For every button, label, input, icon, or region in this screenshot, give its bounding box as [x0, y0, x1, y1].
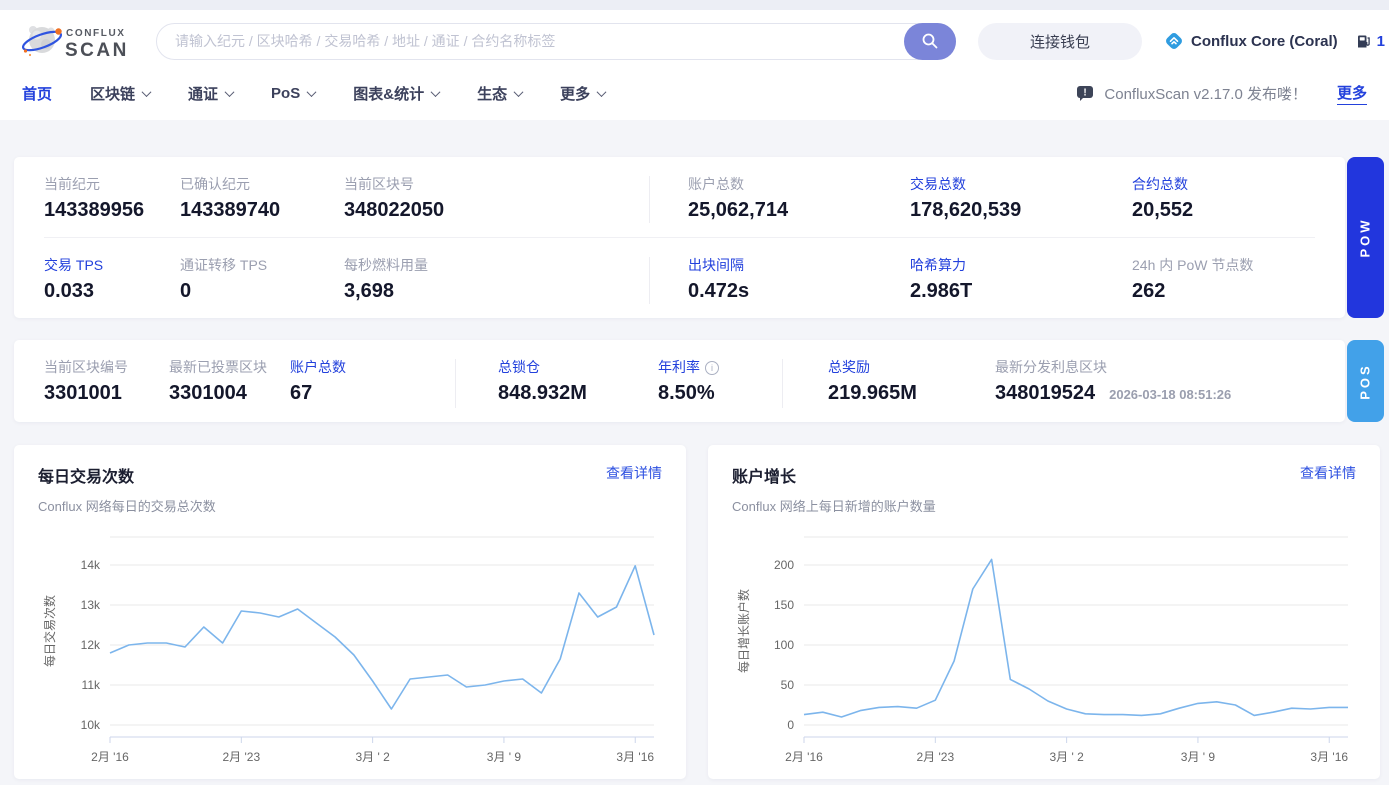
svg-text:!: !	[1084, 88, 1087, 99]
gas-price-label: 1 Gdrip	[1376, 32, 1389, 50]
svg-text:2月 '16: 2月 '16	[91, 750, 129, 764]
stat-pos-latest-voted-block: 最新已投票区块 3301004	[169, 359, 267, 404]
conflux-network-icon	[1166, 33, 1182, 49]
network-selector[interactable]: Conflux Core (Coral)	[1164, 31, 1338, 51]
header: CONFLUX SCAN 连接钱包 Conflux Core (Coral)	[0, 10, 1389, 120]
nav-item-blockchain[interactable]: 区块链	[90, 83, 152, 104]
svg-text:200: 200	[774, 558, 794, 572]
svg-text:2月 '23: 2月 '23	[222, 750, 260, 764]
svg-text:14k: 14k	[81, 558, 101, 572]
svg-text:100: 100	[774, 638, 794, 652]
stat-total-contracts[interactable]: 合约总数 20,552	[1132, 176, 1345, 223]
stat-hash-rate[interactable]: 哈希算力 2.986T	[910, 257, 1132, 304]
stat-token-transfer-tps: 通证转移 TPS 0	[180, 257, 268, 302]
chart-title: 账户增长	[732, 469, 797, 486]
svg-text:3月 ' 2: 3月 ' 2	[1049, 750, 1084, 764]
svg-text:CONFLUX: CONFLUX	[66, 28, 126, 39]
svg-text:每日交易次数: 每日交易次数	[42, 595, 57, 667]
stat-gas-per-second: 每秒燃料用量 3,698	[344, 257, 428, 302]
announcement-text: ConfluxScan v2.17.0 发布喽！	[1104, 85, 1307, 103]
stat-pos-total-rewards[interactable]: 总奖励 219.965M	[783, 359, 995, 408]
nav-item-home[interactable]: 首页	[22, 83, 52, 104]
daily-transactions-card: 每日交易次数 查看详情 Conflux 网络每日的交易总次数 10k 11k 12k…	[14, 445, 686, 779]
svg-text:12k: 12k	[81, 638, 101, 652]
chart-title: 每日交易次数	[38, 469, 135, 486]
chart-subtitle: Conflux 网络每日的交易总次数	[38, 499, 216, 514]
account-growth-card: 账户增长 查看详情 Conflux 网络上每日新增的账户数量 0 50 100 150…	[708, 445, 1380, 779]
svg-text:13k: 13k	[81, 598, 101, 612]
svg-text:每日增长账户数: 每日增长账户数	[736, 589, 751, 673]
chevron-down-icon	[596, 86, 607, 97]
network-label: Conflux Core (Coral)	[1191, 32, 1338, 50]
search-input[interactable]	[156, 22, 956, 60]
chevron-down-icon	[141, 86, 152, 97]
stat-current-block-number: 当前区块号 348022050	[344, 176, 445, 221]
view-details-link[interactable]: 查看详情	[1300, 463, 1356, 483]
stat-current-epoch: 当前纪元 143389956	[44, 176, 145, 221]
svg-text:3月 ' 9: 3月 ' 9	[1181, 750, 1216, 764]
chevron-down-icon	[430, 86, 441, 97]
stat-total-transactions[interactable]: 交易总数 178,620,539	[910, 176, 1132, 223]
stat-pow-nodes-24h: 24h 内 PoW 节点数 262	[1132, 257, 1254, 302]
svg-text:50: 50	[781, 678, 795, 692]
search-button[interactable]	[904, 22, 956, 60]
nav-item-tokens[interactable]: 通证	[188, 83, 235, 104]
svg-text:2月 '16: 2月 '16	[785, 750, 823, 764]
top-strip	[0, 0, 1389, 10]
pow-stats-card: 当前纪元 143389956 已确认纪元 143389740 当前区块号 348022…	[14, 157, 1345, 318]
pow-tab[interactable]: POW	[1347, 157, 1384, 318]
charts-row: 每日交易次数 查看详情 Conflux 网络每日的交易总次数 10k 11k 12k…	[0, 445, 1389, 779]
stat-pos-latest-interest-block: 最新分发利息区块 348019524 2026-03-18 08:51:26	[995, 359, 1232, 404]
pos-tab[interactable]: POS	[1347, 340, 1384, 422]
svg-text:3月 '16: 3月 '16	[616, 750, 654, 764]
pos-stats-card: 当前区块编号 3301001 最新已投票区块 3301004 账户总数 67 总锁仓 8…	[14, 340, 1345, 422]
search-icon	[922, 33, 938, 49]
svg-text:150: 150	[774, 598, 794, 612]
planet-logo-icon: CONFLUX SCAN	[22, 26, 129, 61]
stat-confirmed-epoch: 已确认纪元 143389740	[180, 176, 281, 221]
stat-pos-apy[interactable]: 年利率 i 8.50%	[658, 359, 783, 408]
svg-text:SCAN: SCAN	[65, 40, 129, 61]
svg-text:10k: 10k	[81, 718, 101, 732]
chart-subtitle: Conflux 网络上每日新增的账户数量	[732, 499, 936, 514]
gas-price[interactable]: 1 Gdrip	[1356, 33, 1389, 50]
announcement-icon: !	[1077, 86, 1094, 101]
info-icon[interactable]: i	[705, 361, 719, 375]
stat-total-accounts: 账户总数 25,062,714	[649, 176, 910, 223]
stat-transaction-tps[interactable]: 交易 TPS 0.033	[14, 257, 180, 304]
connect-wallet-button[interactable]: 连接钱包	[978, 22, 1142, 60]
confluxscan-logo[interactable]: CONFLUX SCAN	[22, 20, 134, 62]
gas-pump-icon	[1357, 35, 1370, 48]
chevron-down-icon	[224, 86, 235, 97]
stat-block-interval[interactable]: 出块间隔 0.472s	[649, 257, 910, 304]
nav-item-pos[interactable]: PoS	[271, 85, 317, 102]
svg-text:11k: 11k	[82, 678, 101, 692]
nav-item-more[interactable]: 更多	[560, 83, 607, 104]
svg-text:2月 '23: 2月 '23	[916, 750, 954, 764]
svg-text:3月 ' 2: 3月 ' 2	[355, 750, 390, 764]
svg-text:0: 0	[787, 718, 794, 732]
svg-text:3月 ' 9: 3月 ' 9	[487, 750, 522, 764]
interest-block-timestamp: 2026-03-18 08:51:26	[1109, 387, 1232, 402]
announcement-more-link[interactable]: 更多	[1336, 82, 1367, 105]
stat-pos-total-locked[interactable]: 总锁仓 848.932M	[456, 359, 658, 408]
svg-text:3月 '16: 3月 '16	[1310, 750, 1348, 764]
chevron-down-icon	[513, 86, 524, 97]
pow-panel: 当前纪元 143389956 已确认纪元 143389740 当前区块号 348022…	[0, 157, 1389, 318]
search-bar	[156, 22, 956, 60]
nav-item-ecosystem[interactable]: 生态	[477, 83, 524, 104]
stat-pos-current-block: 当前区块编号 3301001	[44, 359, 128, 404]
stat-pos-total-accounts[interactable]: 账户总数 67	[290, 359, 456, 408]
main-nav: 首页 区块链 通证 PoS 图表&统计 生态 更多	[22, 83, 607, 104]
nav-item-charts-stats[interactable]: 图表&统计	[353, 83, 441, 104]
daily-transactions-chart[interactable]: 10k 11k 12k 13k 14k 2月 '16 2月 '23 3月 ' 2 3月 ' 9 3…	[38, 529, 662, 779]
pos-panel: 当前区块编号 3301001 最新已投票区块 3301004 账户总数 67 总锁仓 8…	[0, 340, 1389, 422]
chevron-down-icon	[306, 86, 317, 97]
account-growth-chart[interactable]: 0 50 100 150 200 2月 '16 2月 '23 3月 ' 2 3月 ' 9 3月 '…	[732, 529, 1356, 779]
view-details-link[interactable]: 查看详情	[606, 463, 662, 483]
